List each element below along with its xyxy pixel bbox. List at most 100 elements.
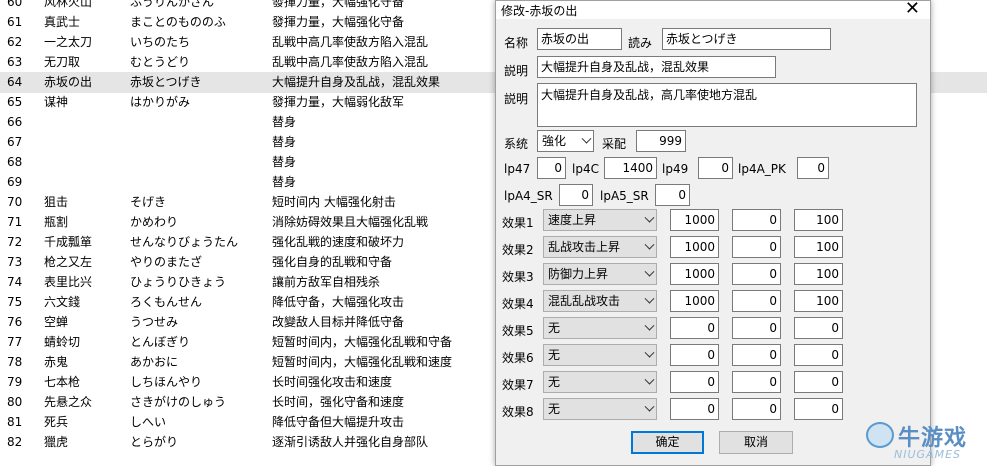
skill-name: 死兵 bbox=[44, 415, 69, 429]
effect-value2-field[interactable]: 0 bbox=[732, 263, 781, 285]
name-field[interactable]: 赤坂の出 bbox=[537, 28, 622, 50]
row-number: 69 bbox=[7, 175, 23, 189]
skill-reading: ひょうりひきょう bbox=[130, 275, 227, 289]
effect-value1-field[interactable]: 1000 bbox=[670, 290, 719, 312]
effect-value3-field[interactable]: 0 bbox=[794, 344, 843, 366]
description-label: 説明 bbox=[504, 64, 529, 78]
row-number: 66 bbox=[7, 115, 23, 129]
row-number: 80 bbox=[7, 395, 23, 409]
cost-field[interactable]: 999 bbox=[636, 130, 686, 152]
effect-type-select[interactable]: 速度上昇 bbox=[543, 209, 657, 231]
effect-label: 效果5 bbox=[502, 324, 534, 338]
effect-type-select[interactable]: 防御力上昇 bbox=[543, 263, 657, 285]
skill-name: 谋神 bbox=[44, 95, 69, 109]
row-number: 67 bbox=[7, 135, 23, 149]
skill-reading: 赤坂とつげき bbox=[130, 75, 202, 89]
skill-name: 先悬之众 bbox=[44, 395, 93, 409]
skill-description: 大幅提升自身及乱战，混乱效果 bbox=[272, 75, 441, 89]
effect-value3-field[interactable]: 100 bbox=[794, 236, 843, 258]
lpa4-sr-field[interactable]: 0 bbox=[559, 184, 593, 206]
lp4A-pk-field[interactable]: 0 bbox=[797, 157, 829, 179]
row-number: 61 bbox=[7, 15, 23, 29]
effect-type-value: 无 bbox=[548, 321, 561, 335]
lp47-label: lp47 bbox=[504, 162, 531, 176]
lpa5-sr-field[interactable]: 0 bbox=[655, 184, 690, 206]
skill-description: 發揮力量，大幅强化守备 bbox=[272, 15, 405, 29]
skill-reading: しへい bbox=[130, 415, 167, 429]
effect-label: 效果7 bbox=[502, 378, 534, 392]
lp49-field[interactable]: 0 bbox=[698, 157, 733, 179]
effect-type-value: 无 bbox=[548, 348, 561, 362]
lp4C-field[interactable]: 1400 bbox=[604, 157, 657, 179]
skill-name: 獵虎 bbox=[44, 435, 69, 449]
lp47-field[interactable]: 0 bbox=[537, 157, 566, 179]
name-label: 名称 bbox=[504, 36, 529, 50]
watermark-logo: 牛游戏 NIUGAMES bbox=[858, 418, 987, 466]
row-number: 74 bbox=[7, 275, 23, 289]
dialog-titlebar[interactable]: 修改-赤坂の出 ✕ bbox=[496, 0, 930, 19]
effect-type-select[interactable]: 无 bbox=[543, 398, 657, 420]
skill-reading: あかおに bbox=[130, 355, 179, 369]
reading-field[interactable]: 赤坂とつげき bbox=[662, 28, 831, 50]
skill-name: 千成瓢箪 bbox=[44, 235, 93, 249]
effect-value1-field[interactable]: 1000 bbox=[670, 209, 719, 231]
effect-value3-field[interactable]: 100 bbox=[794, 263, 843, 285]
effect-value2-field[interactable]: 0 bbox=[732, 209, 781, 231]
skill-name: 赤鬼 bbox=[44, 355, 69, 369]
effect-value1-field[interactable]: 0 bbox=[670, 344, 719, 366]
effect-value2-field[interactable]: 0 bbox=[732, 317, 781, 339]
effect-value1-field[interactable]: 1000 bbox=[670, 236, 719, 258]
effect-type-select[interactable]: 混乱乱战攻击 bbox=[543, 290, 657, 312]
effect-type-value: 乱战攻击上昇 bbox=[548, 240, 621, 254]
effect-value1-field[interactable]: 1000 bbox=[670, 263, 719, 285]
skill-reading: かめわり bbox=[130, 215, 179, 229]
description-field[interactable]: 大幅提升自身及乱战，混乱效果 bbox=[537, 56, 776, 78]
skill-name: 狙击 bbox=[44, 195, 69, 209]
chevron-down-icon bbox=[644, 266, 655, 277]
cost-label: 采配 bbox=[602, 137, 627, 151]
effect-type-select[interactable]: 无 bbox=[543, 344, 657, 366]
cancel-button[interactable]: 取消 bbox=[719, 431, 793, 454]
skill-reading: むとうどり bbox=[130, 55, 191, 69]
skill-name: 无刀取 bbox=[44, 55, 81, 69]
effect-value2-field[interactable]: 0 bbox=[732, 398, 781, 420]
system-label: 系统 bbox=[504, 137, 529, 151]
skill-description: 降低守备，大幅强化攻击 bbox=[272, 295, 405, 309]
edit-dialog: 修改-赤坂の出 ✕ 名称 赤坂の出 読み 赤坂とつげき 説明 大幅提升自身及乱战… bbox=[495, 0, 931, 466]
skill-name: 六文錢 bbox=[44, 295, 81, 309]
effect-value2-field[interactable]: 0 bbox=[732, 236, 781, 258]
watermark-subtext: NIUGAMES bbox=[894, 448, 961, 461]
effect-type-select[interactable]: 乱战攻击上昇 bbox=[543, 236, 657, 258]
reading-label: 読み bbox=[628, 36, 653, 50]
skill-reading: ろくもんせん bbox=[130, 295, 203, 309]
row-number: 81 bbox=[7, 415, 23, 429]
effect-value1-field[interactable]: 0 bbox=[670, 398, 719, 420]
skill-description: 短暂时间内，大幅强化乱戦和守备 bbox=[272, 335, 453, 349]
row-number: 76 bbox=[7, 315, 23, 329]
skill-description: 發揮力量，大幅弱化敌军 bbox=[272, 95, 405, 109]
row-number: 63 bbox=[7, 55, 23, 69]
close-icon[interactable]: ✕ bbox=[905, 0, 920, 19]
effect-type-value: 速度上昇 bbox=[548, 213, 597, 227]
long-description-field[interactable]: 大幅提升自身及乱战，高几率使地方混乱 bbox=[537, 83, 917, 127]
skill-description: 乱戦中高几率使敌方陷入混乱 bbox=[272, 55, 429, 69]
effect-value2-field[interactable]: 0 bbox=[732, 344, 781, 366]
effect-value3-field[interactable]: 0 bbox=[794, 398, 843, 420]
chevron-down-icon bbox=[644, 320, 655, 331]
effect-value2-field[interactable]: 0 bbox=[732, 290, 781, 312]
effect-value3-field[interactable]: 0 bbox=[794, 317, 843, 339]
effect-value3-field[interactable]: 100 bbox=[794, 290, 843, 312]
chevron-down-icon bbox=[644, 293, 655, 304]
effect-value3-field[interactable]: 0 bbox=[794, 371, 843, 393]
row-number: 79 bbox=[7, 375, 23, 389]
ok-button[interactable]: 确定 bbox=[631, 431, 704, 454]
effect-value1-field[interactable]: 0 bbox=[670, 371, 719, 393]
effect-value2-field[interactable]: 0 bbox=[732, 371, 781, 393]
lp4A-pk-label: lp4A_PK bbox=[738, 162, 786, 176]
system-select[interactable]: 強化 bbox=[537, 130, 594, 152]
effect-type-select[interactable]: 无 bbox=[543, 317, 657, 339]
skill-description: 讓前方敌军自相残杀 bbox=[272, 275, 381, 289]
effect-value3-field[interactable]: 100 bbox=[794, 209, 843, 231]
effect-type-select[interactable]: 无 bbox=[543, 371, 657, 393]
effect-value1-field[interactable]: 0 bbox=[670, 317, 719, 339]
